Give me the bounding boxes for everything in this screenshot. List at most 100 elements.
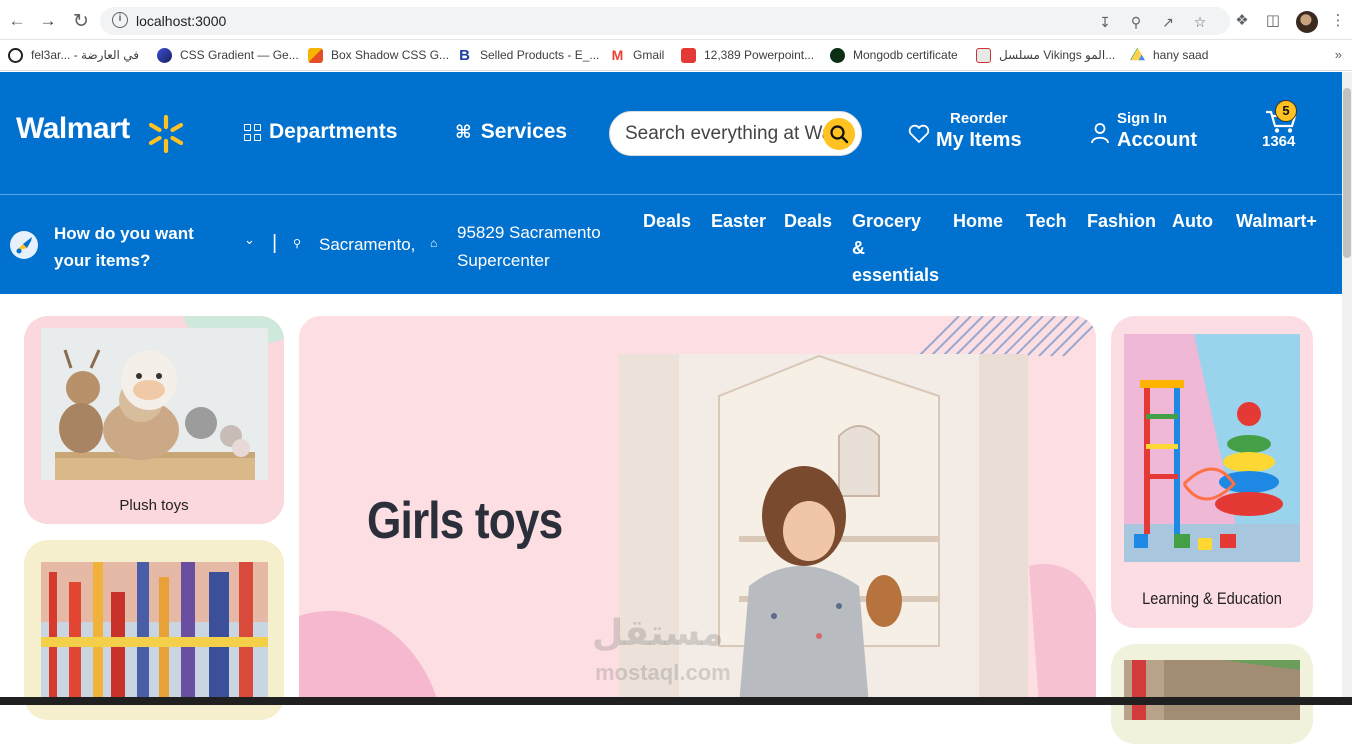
reorder-link[interactable]: Reorder My Items (936, 110, 1022, 152)
forward-icon[interactable]: → (37, 10, 59, 32)
account-link[interactable]: Sign In Account (1117, 110, 1197, 152)
nav-easter[interactable]: Easter (711, 208, 766, 235)
bookmark-item[interactable]: 12,389 Powerpoint... (681, 46, 814, 64)
outdoor-play-card[interactable] (1111, 644, 1313, 744)
location-pin-icon: ⚲ (293, 238, 302, 250)
powerpoint-icon (681, 47, 696, 63)
bookmark-label: Gmail (633, 48, 665, 62)
learning-education-label: Learning & Education (1142, 589, 1282, 608)
account-label: Account (1117, 129, 1197, 151)
store-line2: Supercenter (457, 251, 550, 270)
nav-home[interactable]: Home (953, 208, 1003, 235)
menu-icon[interactable]: ⋮ (1328, 11, 1348, 31)
bookmark-item[interactable]: B Selled Products - E_... (457, 46, 599, 64)
more-bookmarks-icon[interactable]: » (1335, 47, 1342, 62)
address-url[interactable]: localhost:3000 (136, 13, 226, 29)
series-site-icon (976, 47, 991, 63)
plush-toys-image (41, 328, 268, 480)
nav-deals[interactable]: Deals (643, 208, 691, 235)
cart-count-badge: 5 (1275, 100, 1297, 122)
watermark: مستقل (592, 612, 724, 653)
nav-deals-2[interactable]: Deals (784, 208, 832, 235)
zoom-icon[interactable]: ⚲ (1127, 13, 1145, 31)
bookmark-label: hany saad (1153, 48, 1209, 62)
nav-walmart-plus[interactable]: Walmart+ (1236, 208, 1317, 235)
fulfillment-line2: your items? (54, 251, 151, 270)
my-items-label: My Items (936, 129, 1022, 151)
bookmark-item[interactable]: hany saad (1130, 46, 1208, 64)
plush-toys-label: Plush toys (119, 497, 189, 514)
command-icon: ⌘ (455, 121, 472, 142)
learning-toys-image (1124, 334, 1300, 562)
playground-card[interactable] (24, 540, 284, 720)
back-icon[interactable]: ← (6, 10, 28, 32)
bookmark-item[interactable]: Box Shadow CSS G... (308, 46, 449, 64)
bookmark-item[interactable]: Mongodb certificate (830, 46, 958, 64)
install-app-icon[interactable]: ↧ (1096, 13, 1114, 31)
user-icon (1091, 123, 1109, 144)
city-selector[interactable]: Sacramento, (319, 235, 415, 255)
bookmark-label: fel3ar... - في العارضة (31, 48, 139, 62)
search-icon (830, 125, 849, 144)
browser-toolbar: ← → ↻ i localhost:3000 ↧ ⚲ ↗ ☆ ❖ ◫ ⋮ (0, 0, 1352, 40)
sign-in-label: Sign In (1117, 110, 1167, 127)
nav-auto[interactable]: Auto (1172, 208, 1213, 235)
bookmark-label: مسلسل Vikings المو... (999, 48, 1116, 62)
grocery-line2: & (852, 238, 865, 258)
share-icon[interactable]: ↗ (1159, 13, 1177, 31)
grocery-line1: Grocery (852, 211, 922, 231)
heart-icon (908, 124, 930, 143)
mongodb-leaf-icon (830, 47, 845, 63)
os-taskbar (0, 697, 1352, 705)
learning-education-card[interactable]: Learning & Education (1111, 316, 1313, 628)
bookmark-item[interactable]: CSS Gradient — Ge... (157, 46, 299, 64)
bookmark-label: Selled Products - E_... (480, 48, 600, 62)
fulfillment-line1: How do you want (54, 224, 194, 243)
address-bar[interactable]: i localhost:3000 ↧ ⚲ ↗ ☆ (100, 7, 1230, 35)
nav-fashion[interactable]: Fashion (1087, 208, 1156, 235)
nav-grocery-essentials[interactable]: Grocery & essentials (852, 208, 939, 289)
scrollbar-thumb[interactable] (1343, 88, 1351, 258)
walmart-logo[interactable]: Walmart (16, 112, 130, 146)
store-home-icon: ⌂ (430, 236, 438, 250)
services-button[interactable]: ⌘ Services (455, 120, 567, 144)
bookmark-label: Box Shadow CSS G... (331, 48, 450, 62)
fulfillment-selector[interactable]: How do you want your items? (54, 220, 194, 274)
plush-toys-card[interactable]: Plush toys (24, 316, 284, 524)
bookmark-star-icon[interactable]: ☆ (1191, 13, 1209, 31)
banner-title: Girls toys (367, 492, 563, 550)
reload-icon[interactable]: ↻ (70, 10, 92, 32)
extensions-icon[interactable]: ❖ (1232, 11, 1252, 31)
soccer-ball-icon (8, 47, 23, 63)
bookmark-item[interactable]: مسلسل Vikings المو... (976, 46, 1115, 64)
side-panel-icon[interactable]: ◫ (1263, 11, 1283, 31)
bookmark-label: CSS Gradient — Ge... (180, 48, 299, 62)
bookmark-label: 12,389 Powerpoint... (704, 48, 815, 62)
search-input[interactable] (625, 122, 825, 146)
separator: | (272, 232, 278, 254)
cart-total: 1364 (1262, 133, 1296, 150)
grid-icon (244, 123, 261, 141)
spark-icon (148, 114, 184, 154)
search-button[interactable] (823, 118, 855, 150)
site-info-icon[interactable]: i (112, 12, 128, 28)
google-drive-icon (1130, 47, 1145, 61)
box-shadow-icon (308, 47, 323, 63)
outdoor-play-image (1124, 660, 1300, 720)
services-label: Services (480, 120, 568, 143)
fulfillment-icon (10, 231, 38, 259)
departments-button[interactable]: Departments (244, 120, 397, 144)
grocery-line3: essentials (852, 265, 940, 285)
bookmark-item[interactable]: fel3ar... - في العارضة (8, 46, 139, 64)
profile-avatar[interactable] (1296, 11, 1318, 33)
playground-image (41, 562, 268, 702)
store-selector[interactable]: 95829 Sacramento Supercenter (457, 219, 601, 275)
chevron-down-icon[interactable]: ⌄ (244, 232, 255, 248)
nav-tech[interactable]: Tech (1026, 208, 1067, 235)
css-gradient-icon (157, 47, 172, 63)
store-line1: 95829 Sacramento (457, 223, 601, 242)
search-bar[interactable] (609, 111, 862, 156)
reorder-label: Reorder (950, 110, 1008, 127)
bookmark-item[interactable]: M Gmail (610, 46, 665, 64)
b-logo-icon: B (459, 46, 470, 64)
